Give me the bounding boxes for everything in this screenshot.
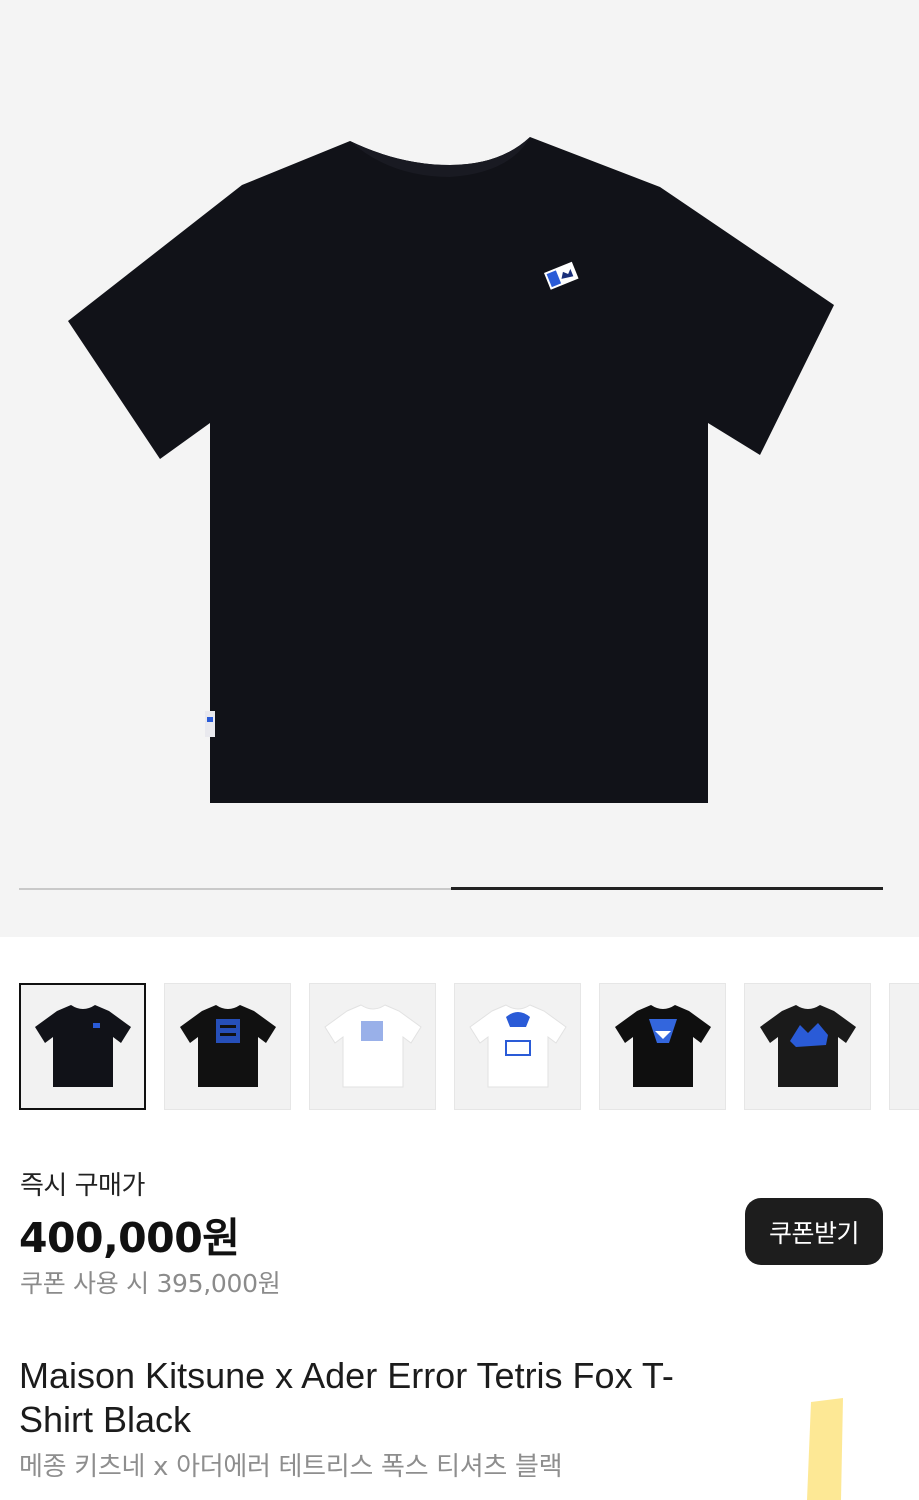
product-image-area <box>0 0 919 937</box>
thumbnail-strip <box>0 983 919 1111</box>
immediate-price: 400,000원 <box>19 1214 240 1262</box>
tshirt-thumbnail-icon <box>323 1003 422 1087</box>
thumbnail-2[interactable] <box>164 983 291 1110</box>
tshirt-thumbnail-icon <box>468 1003 567 1087</box>
tshirt-thumbnail-icon <box>34 1004 131 1087</box>
tshirt-main-image <box>68 137 834 803</box>
coupon-price: 쿠폰 사용 시 395,000원 <box>20 1269 281 1298</box>
tshirt-thumbnail-icon <box>614 1004 711 1087</box>
highlight-mark <box>807 1398 843 1500</box>
thumbnail-7-partial[interactable] <box>889 983 919 1110</box>
product-subtitle: 메종 키츠네 x 아더에러 테트리스 폭스 티셔츠 블랙 <box>19 1452 563 1482</box>
get-coupon-button[interactable]: 쿠폰받기 <box>745 1198 883 1265</box>
thumbnail-6[interactable] <box>744 983 871 1110</box>
image-progress-indicator <box>451 887 883 890</box>
thumbnail-4[interactable] <box>454 983 581 1110</box>
thumbnail-1[interactable] <box>19 983 146 1110</box>
thumbnail-5[interactable] <box>599 983 726 1110</box>
product-title: Maison Kitsune x Ader Error Tetris Fox T… <box>19 1355 674 1440</box>
tshirt-thumbnail-icon <box>759 1004 856 1087</box>
price-label: 즉시 구매가 <box>20 1171 145 1201</box>
thumbnail-3[interactable] <box>309 983 436 1110</box>
tshirt-thumbnail-icon <box>179 1004 276 1087</box>
